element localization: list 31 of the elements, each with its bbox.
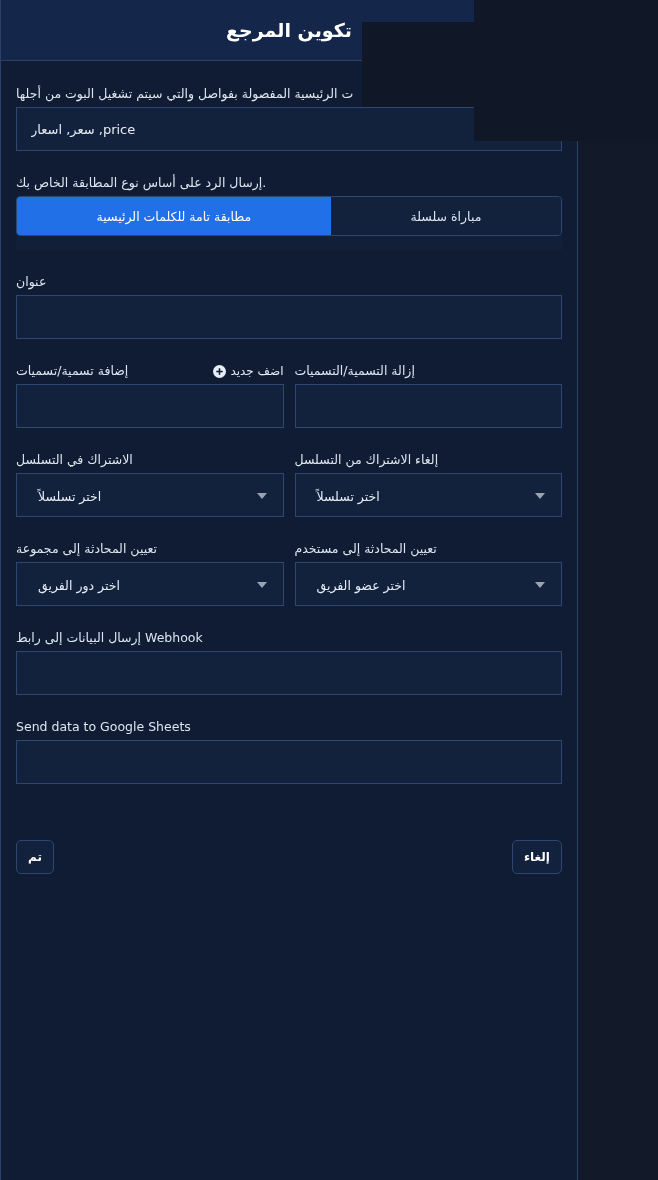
select-field[interactable]: اختر تسلسلاً: [16, 473, 284, 517]
text-input[interactable]: [16, 384, 284, 428]
field-label: عنوان: [16, 274, 47, 290]
caret-icon: [256, 493, 267, 499]
text-input[interactable]: [16, 740, 562, 784]
field-label: إرسال الرد على أساس نوع المطابقة الخاص بك.: [16, 175, 267, 191]
field-label: تعيين المحادثة إلى مستخدم: [294, 541, 437, 557]
segment-tab[interactable]: مطابقة تامة للكلمات الرئيسية: [17, 197, 331, 235]
caret-icon: [535, 582, 545, 588]
field-label: الاشتراك في التسلسل: [16, 452, 133, 468]
text-input[interactable]: [294, 384, 562, 428]
dialog-title: تكوين المرجع: [226, 18, 352, 43]
field-label: إضافة تسمية/تسميات: [16, 363, 129, 379]
caret-icon: [256, 582, 267, 588]
select-field[interactable]: اختر دور الفريق: [16, 562, 284, 606]
field-label: ت الرئيسية المفصولة بفواصل والتي سيتم تشغيل البوت من أجلها: [16, 86, 354, 102]
field-label: Send data to Google Sheets: [16, 719, 191, 735]
select-field[interactable]: اختر عضو الفريق: [294, 562, 562, 606]
select-field[interactable]: اختر تسلسلاً: [294, 473, 562, 517]
field-label: إرسال البيانات إلى رابط Webhook: [16, 630, 203, 646]
text-input[interactable]: [16, 295, 562, 339]
caret-icon: [535, 493, 545, 499]
add-new-link[interactable]: اضف جديد: [213, 363, 284, 379]
field-label: إلغاء الاشتراك من التسلسل: [294, 452, 439, 468]
field-label: إزالة التسمية/التسميات: [294, 363, 415, 379]
text-input[interactable]: [16, 651, 562, 695]
field-label: تعيين المحادثة إلى مجموعة: [16, 541, 157, 557]
cancel-button[interactable]: إلغاء: [511, 840, 562, 874]
done-button[interactable]: تم: [16, 840, 54, 874]
segment-tab[interactable]: مباراة سلسلة: [330, 197, 561, 235]
plus-icon: [213, 364, 227, 378]
